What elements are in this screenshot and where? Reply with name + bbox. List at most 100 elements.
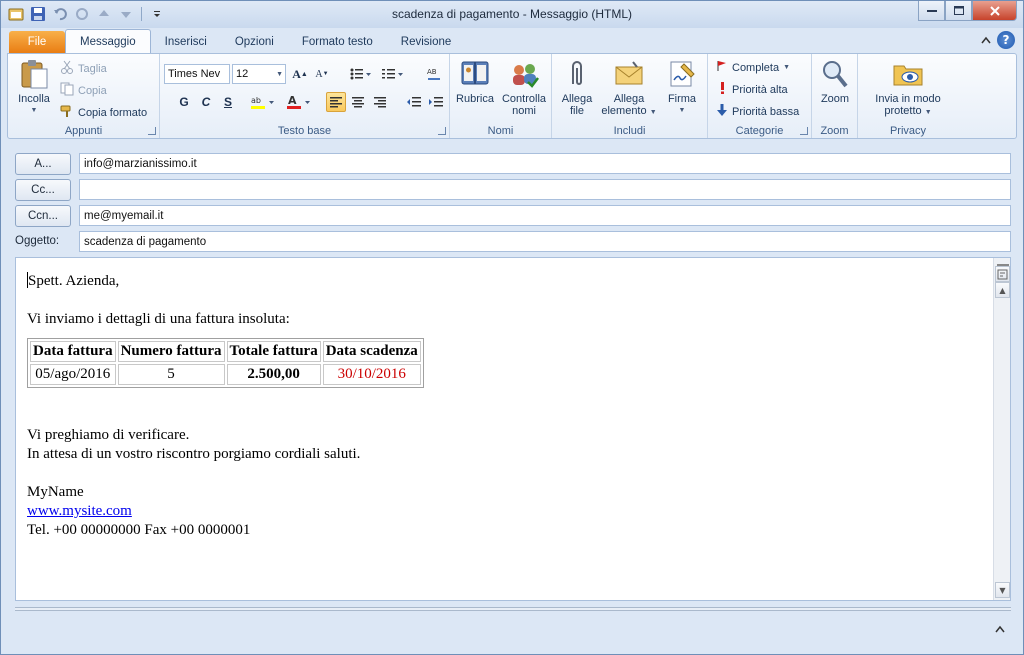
testo-base-dialog-launcher[interactable] bbox=[438, 127, 446, 135]
categorie-dialog-launcher[interactable] bbox=[800, 127, 808, 135]
view-ruler-icon[interactable] bbox=[995, 266, 1010, 282]
maximize-button[interactable] bbox=[945, 1, 972, 21]
to-value: info@marzianissimo.it bbox=[84, 157, 197, 170]
attach-file-label-line2: file bbox=[569, 105, 585, 117]
numbering-icon[interactable] bbox=[378, 64, 408, 84]
magnifier-icon bbox=[819, 58, 851, 90]
font-name-box[interactable]: Times Nev bbox=[164, 64, 230, 84]
font-color-icon[interactable]: A bbox=[284, 92, 314, 112]
tab-messaggio[interactable]: Messaggio bbox=[65, 29, 151, 53]
font-size-box[interactable]: 12 ▼ bbox=[232, 64, 286, 84]
decrease-indent-icon[interactable] bbox=[404, 92, 424, 112]
signature-label: Firma bbox=[667, 93, 697, 105]
highlight-color-icon[interactable]: ab bbox=[248, 92, 278, 112]
attach-item-dropdown-arrow: ▼ bbox=[649, 109, 657, 116]
format-painter-button[interactable]: Copia formato bbox=[60, 104, 147, 121]
scroll-down-button[interactable]: ▼ bbox=[995, 582, 1010, 598]
down-arrow-icon bbox=[716, 104, 728, 119]
tab-opzioni[interactable]: Opzioni bbox=[221, 31, 288, 53]
ribbon-right-controls: ? bbox=[981, 31, 1015, 49]
tab-inserisci[interactable]: Inserisci bbox=[151, 31, 221, 53]
body-intro: Vi inviamo i dettagli di una fattura ins… bbox=[27, 311, 290, 327]
underline-button[interactable]: S bbox=[218, 92, 238, 112]
attach-item-label-line1: Allega bbox=[613, 93, 645, 105]
check-names-button[interactable]: Controlla nomi bbox=[498, 58, 550, 117]
cut-button[interactable]: Taglia bbox=[60, 60, 107, 77]
check-names-label-line2: nomi bbox=[512, 105, 536, 117]
tab-file[interactable]: File bbox=[9, 31, 65, 53]
table-header-cell: Data scadenza bbox=[322, 341, 421, 362]
tab-revisione[interactable]: Revisione bbox=[387, 31, 466, 53]
paste-button[interactable]: Incolla ▼ bbox=[12, 58, 56, 117]
to-button[interactable]: A... bbox=[15, 153, 71, 175]
subject-field[interactable]: scadenza di pagamento bbox=[79, 231, 1011, 252]
bcc-button[interactable]: Ccn... bbox=[15, 205, 71, 227]
group-label-nomi: Nomi bbox=[487, 125, 514, 137]
invoice-date-cell: 05/ago/2016 bbox=[30, 364, 116, 385]
group-label-categorie: Categorie bbox=[735, 125, 784, 137]
signature-dropdown-arrow: ▼ bbox=[678, 107, 686, 114]
bullets-icon[interactable] bbox=[346, 64, 376, 84]
follow-up-button[interactable]: Completa ▼ bbox=[716, 60, 790, 75]
minimize-ribbon-icon[interactable] bbox=[981, 34, 991, 47]
scissors-icon bbox=[60, 60, 74, 77]
attach-item-button[interactable]: Allega elemento ▼ bbox=[600, 58, 658, 119]
tab-formato-testo[interactable]: Formato testo bbox=[288, 31, 387, 53]
bold-button[interactable]: G bbox=[174, 92, 194, 112]
follow-up-dropdown-arrow: ▼ bbox=[783, 64, 791, 71]
shrink-font-icon[interactable]: A ▼ bbox=[312, 64, 332, 84]
cc-button[interactable]: Cc... bbox=[15, 179, 71, 201]
check-names-label-line1: Controlla bbox=[501, 93, 547, 105]
website-link[interactable]: www.mysite.com bbox=[27, 503, 132, 519]
to-field[interactable]: info@marzianissimo.it bbox=[79, 153, 1011, 174]
protected-view-button[interactable]: Invia in modo protetto ▼ bbox=[864, 58, 952, 119]
follow-up-label: Completa bbox=[732, 61, 780, 74]
window-controls bbox=[918, 1, 1017, 21]
subject-label: Oggetto: bbox=[15, 235, 60, 247]
vertical-scrollbar[interactable]: ▲ ▼ bbox=[993, 258, 1010, 600]
help-icon[interactable]: ? bbox=[997, 31, 1015, 49]
flag-icon bbox=[716, 60, 728, 75]
zoom-label: Zoom bbox=[820, 93, 850, 105]
appunti-dialog-launcher[interactable] bbox=[148, 127, 156, 135]
signature-button[interactable]: Firma ▼ bbox=[660, 58, 704, 117]
attach-file-button[interactable]: Allega file bbox=[556, 58, 598, 117]
table-header-cell: Totale fattura bbox=[226, 341, 321, 362]
message-body-editor[interactable]: Spett. Azienda, Vi inviamo i dettagli di… bbox=[15, 257, 1011, 601]
group-categorie: Completa ▼ Priorità alta Priorità bassa … bbox=[708, 54, 812, 138]
copy-button[interactable]: Copia bbox=[60, 82, 107, 99]
invoice-number-cell: 5 bbox=[117, 364, 225, 385]
body-greeting: Spett. Azienda, bbox=[28, 273, 120, 289]
high-importance-button[interactable]: Priorità alta bbox=[716, 82, 788, 97]
clear-formatting-icon[interactable]: AB bbox=[424, 64, 444, 84]
close-button[interactable] bbox=[972, 1, 1017, 21]
address-book-button[interactable]: Rubrica bbox=[454, 58, 496, 105]
status-bar bbox=[1, 615, 1023, 654]
signature-contacts: Tel. +00 00000000 Fax +00 0000001 bbox=[27, 522, 251, 538]
zoom-button[interactable]: Zoom bbox=[814, 58, 856, 105]
svg-text:ab: ab bbox=[251, 96, 261, 105]
group-nomi: Rubrica Controlla nomi Nomi bbox=[450, 54, 552, 138]
expand-people-pane-icon[interactable] bbox=[995, 625, 1005, 636]
low-importance-button[interactable]: Priorità bassa bbox=[716, 104, 799, 119]
bcc-field[interactable]: me@myemail.it bbox=[79, 205, 1011, 226]
italic-button[interactable]: C bbox=[196, 92, 216, 112]
align-right-button[interactable] bbox=[370, 92, 390, 112]
title-bar: scadenza di pagamento - Messaggio (HTML) bbox=[1, 1, 1023, 28]
body-line-verify: Vi preghiamo di verificare. bbox=[27, 427, 190, 443]
paste-label: Incolla bbox=[18, 93, 50, 105]
copy-label: Copia bbox=[78, 84, 107, 97]
grow-font-icon[interactable]: A ▲ bbox=[290, 64, 310, 84]
align-center-button[interactable] bbox=[348, 92, 368, 112]
minimize-button[interactable] bbox=[918, 1, 945, 21]
font-size-dropdown-icon: ▼ bbox=[276, 70, 283, 78]
high-importance-label: Priorità alta bbox=[732, 83, 788, 96]
group-zoom: Zoom Zoom bbox=[812, 54, 858, 138]
increase-indent-icon[interactable] bbox=[426, 92, 446, 112]
due-date-cell: 30/10/2016 bbox=[322, 364, 421, 385]
align-left-button[interactable] bbox=[326, 92, 346, 112]
cc-field[interactable] bbox=[79, 179, 1011, 200]
ribbon: Incolla ▼ Taglia Copia Copia formato App… bbox=[7, 53, 1017, 139]
scroll-up-button[interactable]: ▲ bbox=[995, 282, 1010, 298]
paperclip-icon bbox=[561, 58, 593, 90]
